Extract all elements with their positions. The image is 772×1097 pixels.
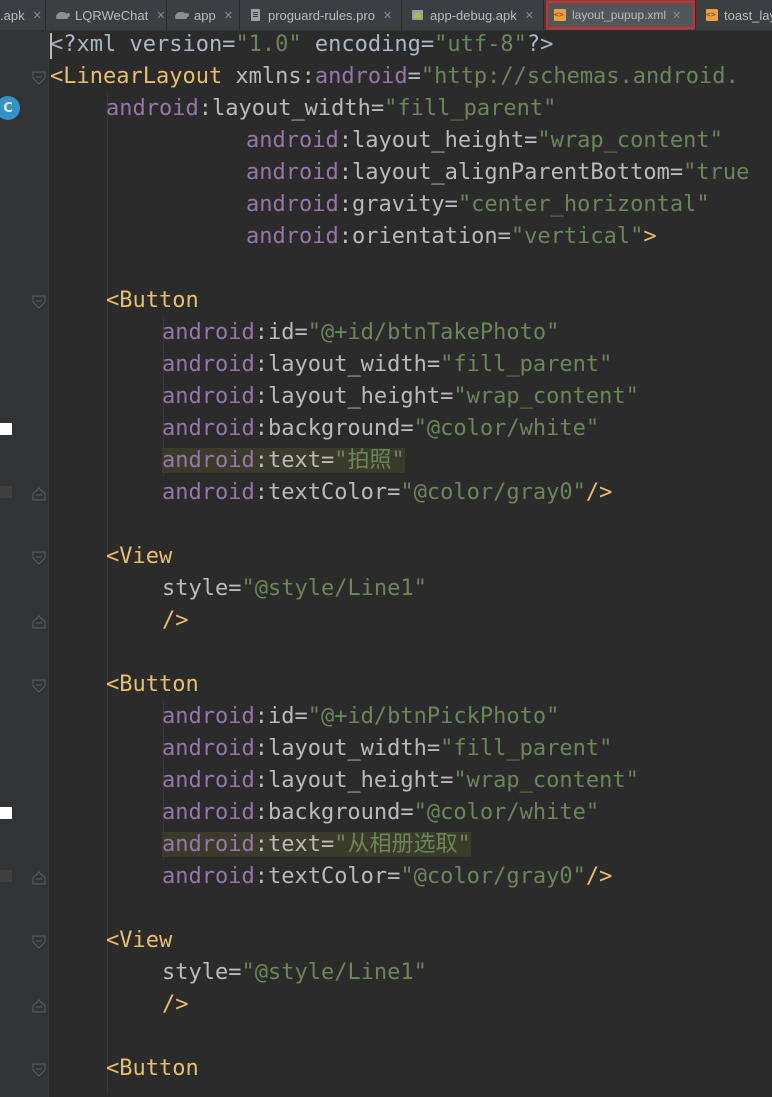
code-line: style="@style/Line1" (162, 576, 427, 601)
code-line: android:layout_width="fill_parent" (162, 736, 613, 761)
tab-proguard-rules[interactable]: proguard-rules.pro ✕ (242, 0, 402, 30)
color-gray0-swatch[interactable] (0, 870, 12, 882)
module-icon (174, 9, 190, 21)
fold-close-icon[interactable] (32, 615, 46, 629)
code-line: android:gravity="center_horizontal" (246, 192, 710, 217)
fold-close-icon[interactable] (32, 999, 46, 1013)
code-line: android:text="拍照" (162, 448, 405, 473)
tab-app-debug-apk[interactable]: app-debug.apk ✕ (404, 0, 544, 30)
fold-close-icon[interactable] (32, 871, 46, 885)
code-line: style="@style/Line1" (162, 960, 427, 985)
close-icon[interactable]: ✕ (224, 9, 233, 22)
tab-lqrwechat[interactable]: LQRWeChat ✕ (49, 0, 167, 30)
close-icon[interactable]: ✕ (33, 9, 42, 22)
code-line: android:layout_height="wrap_content" (162, 384, 639, 409)
fold-open-icon[interactable] (32, 551, 46, 565)
editor-gutter: C (0, 31, 48, 1097)
gutter-separator (48, 31, 49, 1097)
code-line: android:layout_width="fill_parent" (162, 352, 613, 377)
editor-tab-bar: .apk ✕ LQRWeChat ✕ app ✕ proguard-rules.… (0, 0, 772, 31)
fold-open-icon[interactable] (32, 1063, 46, 1077)
close-icon[interactable]: ✕ (383, 9, 392, 22)
code-line: android:layout_height="wrap_content" (162, 768, 639, 793)
tab-label: LQRWeChat (75, 7, 149, 23)
tab-label: app (194, 7, 216, 23)
fold-close-icon[interactable] (32, 487, 46, 501)
color-white-swatch[interactable] (0, 807, 12, 819)
code-line: android:orientation="vertical"> (246, 224, 657, 249)
active-tab-highlight (546, 1, 695, 29)
code-line: /> (162, 992, 189, 1017)
code-line: android:layout_width="fill_parent" (106, 96, 557, 121)
tab-label: toast_lay (724, 7, 772, 23)
code-line: android:text="从相册选取" (162, 832, 471, 857)
code-line: <Button (106, 288, 199, 313)
code-line: <View (106, 544, 173, 569)
apk-icon (410, 9, 426, 21)
code-line: android:layout_height="wrap_content" (246, 128, 723, 153)
code-line: <View (106, 928, 173, 953)
code-line: /> (162, 608, 189, 633)
tab-toast-layout[interactable]: toast_lay (698, 0, 772, 30)
tab-label: .apk (0, 7, 25, 23)
text-caret (50, 33, 52, 59)
code-line: android:background="@color/white" (162, 800, 600, 825)
file-icon (248, 9, 264, 21)
code-line: android:layout_alignParentBottom="true (246, 160, 750, 185)
class-icon[interactable]: C (0, 96, 20, 120)
code-line: <Button (106, 672, 199, 697)
code-line: android:id="@+id/btnTakePhoto" (162, 320, 560, 345)
code-editor[interactable]: <?xml version="1.0" encoding="utf-8"?> <… (50, 29, 772, 1097)
fold-open-icon[interactable] (32, 935, 46, 949)
fold-open-icon[interactable] (32, 295, 46, 309)
tab-label: app-debug.apk (430, 7, 517, 23)
color-gray0-swatch[interactable] (0, 486, 12, 498)
tab-app[interactable]: app ✕ (168, 0, 240, 30)
code-line: <LinearLayout xmlns:android="http://sche… (50, 64, 739, 89)
code-line: <Button (106, 1056, 199, 1081)
close-icon[interactable]: ✕ (525, 9, 534, 22)
xml-file-icon (704, 9, 720, 21)
fold-open-icon[interactable] (32, 679, 46, 693)
tab-label: proguard-rules.pro (268, 7, 375, 23)
color-white-swatch[interactable] (0, 423, 12, 435)
tab-apk[interactable]: .apk ✕ (0, 0, 46, 30)
module-icon (55, 9, 71, 21)
code-line: android:textColor="@color/gray0"/> (162, 864, 613, 889)
code-line: android:background="@color/white" (162, 416, 600, 441)
code-line: <?xml version="1.0" encoding="utf-8"?> (50, 32, 554, 57)
fold-open-icon[interactable] (32, 71, 46, 85)
code-line: android:textColor="@color/gray0"/> (162, 480, 613, 505)
code-line: android:id="@+id/btnPickPhoto" (162, 704, 560, 729)
close-icon[interactable]: ✕ (156, 9, 165, 22)
